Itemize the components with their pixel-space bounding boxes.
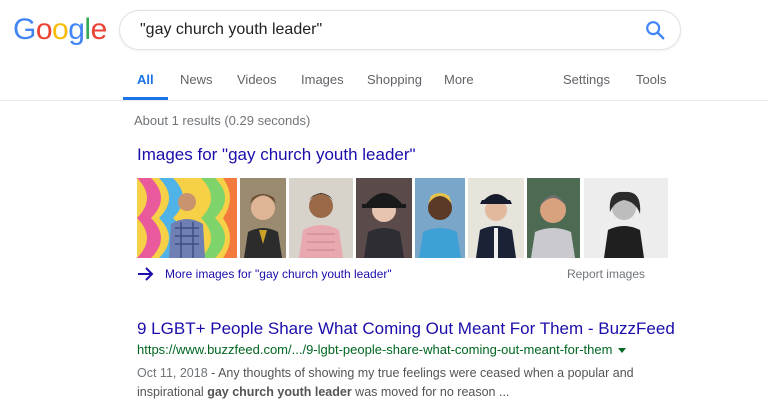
google-logo[interactable]: Google (13, 14, 107, 46)
result-snippet: Oct 11, 2018 - Any thoughts of showing m… (137, 364, 697, 402)
header: Google All News Videos Images Shopping M… (0, 0, 768, 101)
search-input[interactable] (140, 11, 630, 49)
more-images-link[interactable]: More images for "gay church youth leader… (165, 267, 392, 281)
snippet-text-end: was moved for no reason ... (351, 385, 510, 399)
image-thumbnail[interactable] (137, 178, 237, 258)
tab-shopping[interactable]: Shopping (367, 64, 422, 100)
tab-settings[interactable]: Settings (563, 64, 610, 100)
search-result: 9 LGBT+ People Share What Coming Out Mea… (137, 318, 737, 402)
image-thumbnail[interactable] (468, 178, 524, 258)
more-images-row: More images for "gay church youth leader… (137, 265, 647, 285)
tab-images[interactable]: Images (301, 64, 344, 100)
arrow-right-icon[interactable] (137, 267, 155, 281)
logo-letter: g (68, 13, 85, 46)
images-heading-link[interactable]: Images for "gay church youth leader" (137, 145, 416, 165)
image-thumbnail[interactable] (356, 178, 412, 258)
logo-letter: G (13, 13, 36, 46)
tab-news[interactable]: News (180, 64, 213, 100)
logo-letter: o (35, 13, 53, 46)
result-stats: About 1 results (0.29 seconds) (134, 113, 311, 128)
image-thumbnail[interactable] (527, 178, 580, 258)
report-images-link[interactable]: Report images (567, 267, 645, 281)
tab-all[interactable]: All (123, 64, 167, 100)
search-button[interactable] (644, 19, 666, 41)
result-url-row: https://www.buzzfeed.com/.../9-lgbt-peop… (137, 342, 737, 360)
image-thumbnail[interactable] (289, 178, 353, 258)
search-icon (646, 21, 665, 40)
url-dropdown-icon[interactable] (618, 348, 627, 354)
search-box (119, 10, 681, 50)
result-title-link[interactable]: 9 LGBT+ People Share What Coming Out Mea… (137, 318, 737, 340)
result-date: Oct 11, 2018 (137, 366, 208, 380)
image-thumbnail[interactable] (584, 178, 668, 258)
tab-more[interactable]: More (444, 64, 474, 100)
image-thumbnail[interactable] (240, 178, 286, 258)
tab-videos[interactable]: Videos (237, 64, 277, 100)
tab-tools[interactable]: Tools (636, 64, 666, 100)
search-tabs: All News Videos Images Shopping More Set… (0, 64, 768, 100)
snippet-highlight: gay church youth leader (207, 385, 352, 399)
image-thumbnail[interactable] (415, 178, 465, 258)
logo-letter: e (90, 13, 108, 46)
result-url: https://www.buzzfeed.com/.../9-lgbt-peop… (137, 342, 613, 357)
logo-letter: o (52, 13, 69, 46)
